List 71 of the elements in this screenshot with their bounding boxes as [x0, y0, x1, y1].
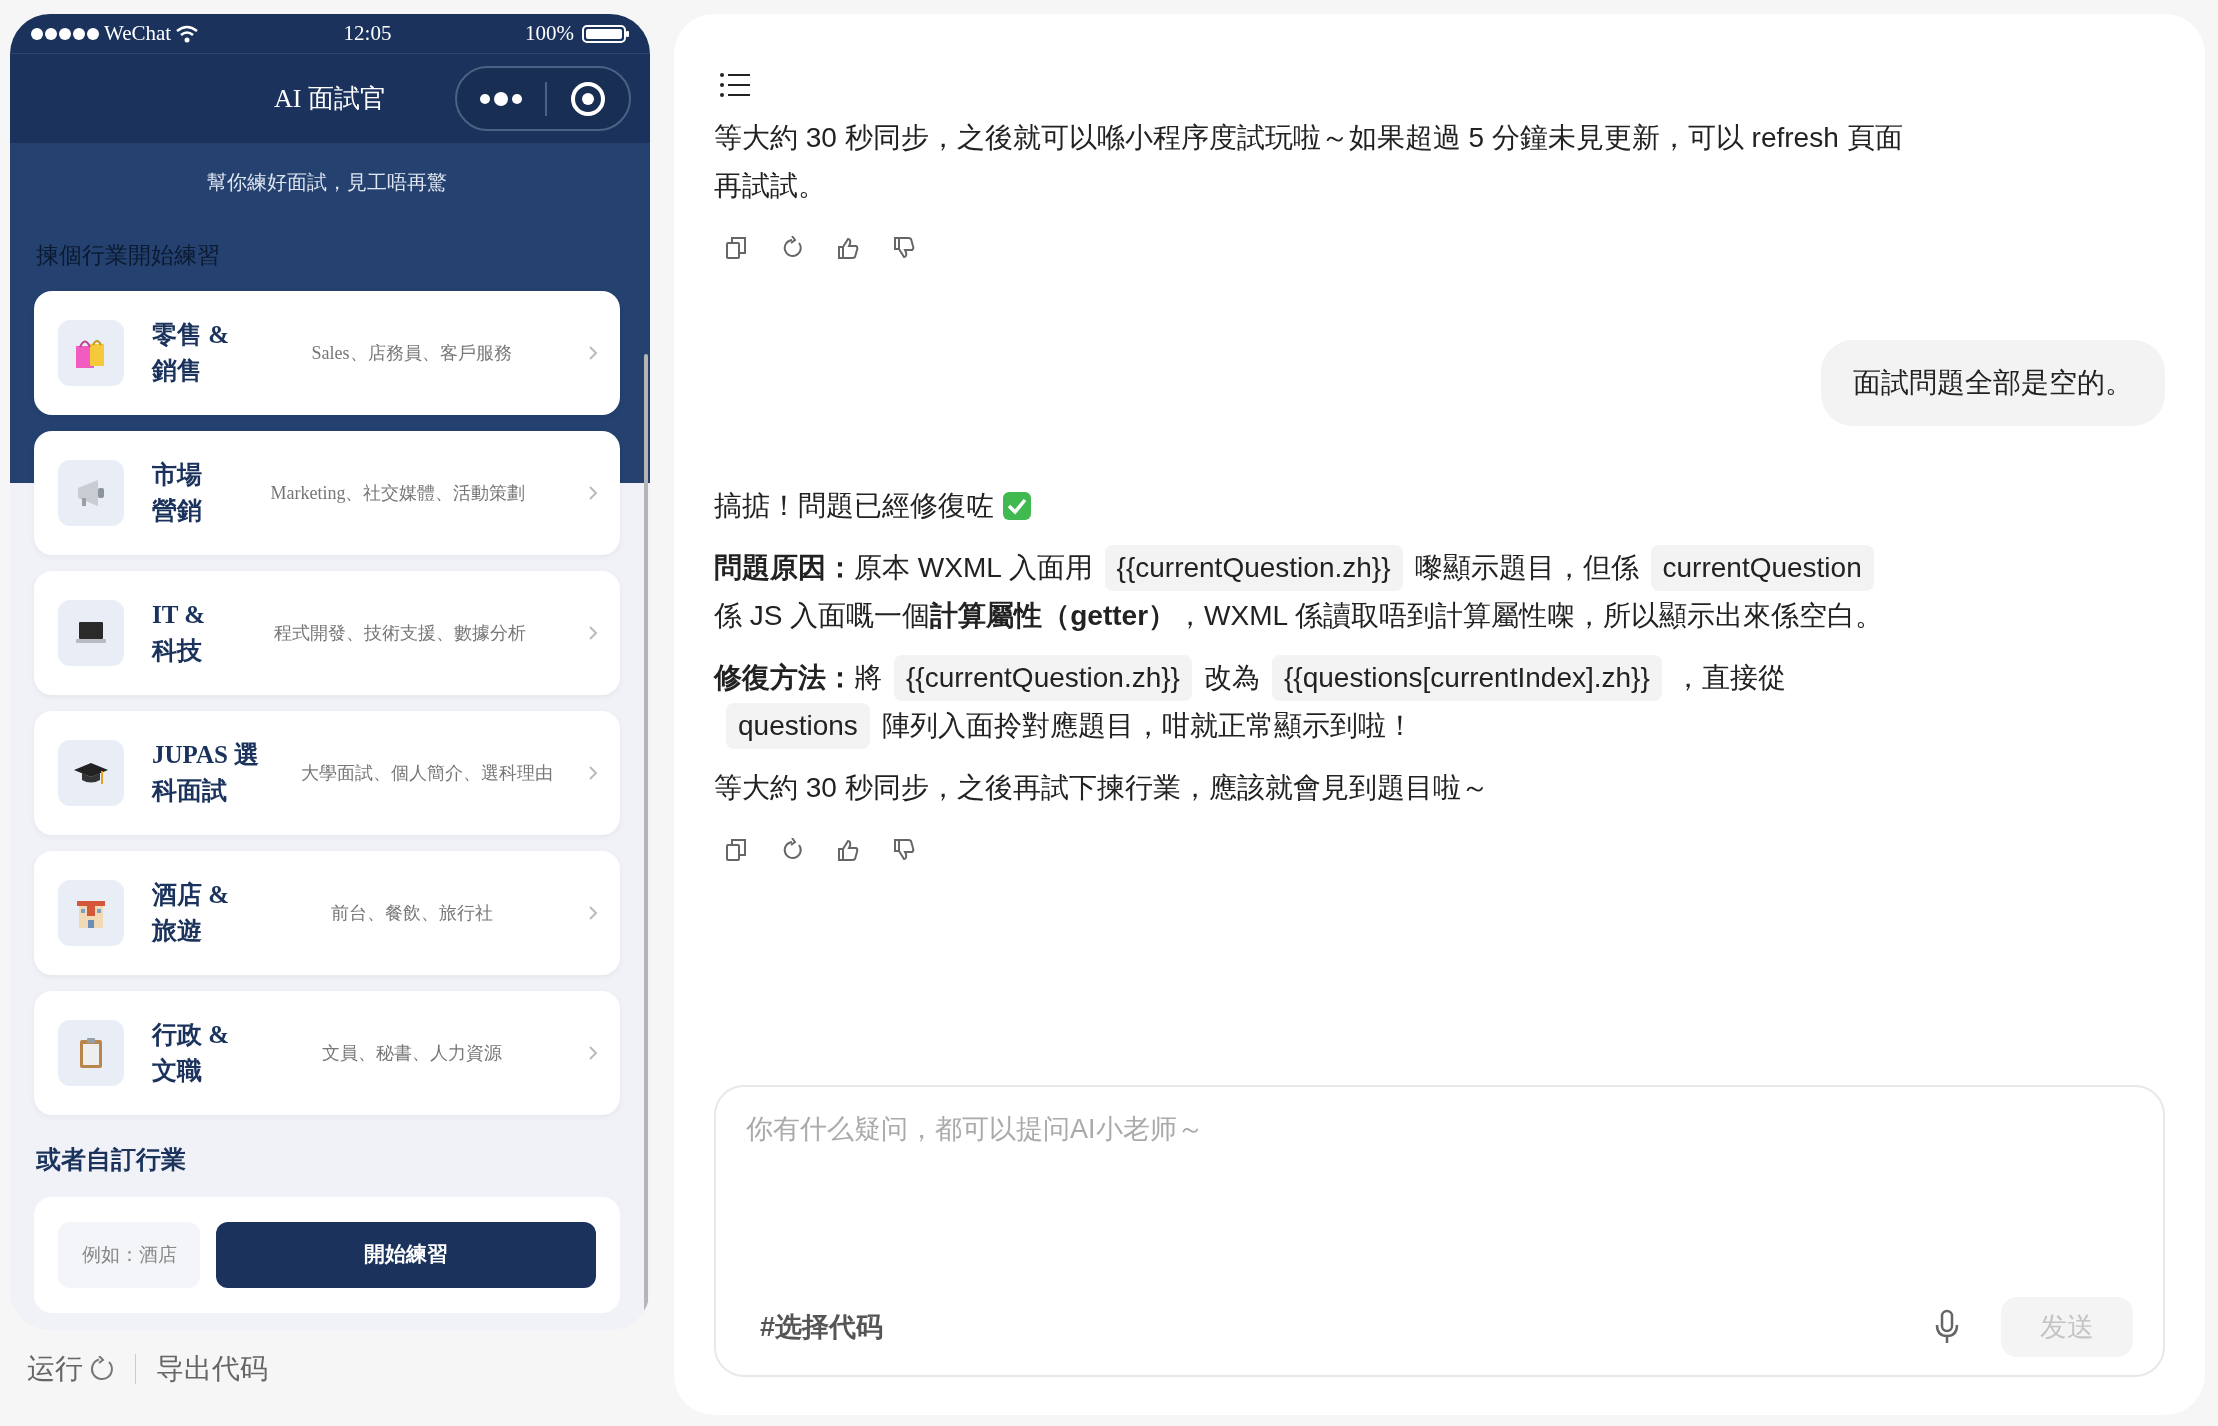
thumbs-up-icon	[836, 236, 860, 260]
battery-percent: 100%	[525, 19, 574, 47]
industry-title: 文職	[152, 1056, 203, 1086]
industry-card[interactable]: 零售 & 銷售 Sales、店務員、客戶服務	[34, 291, 620, 415]
industry-title: 市場	[152, 460, 202, 490]
message-text: 修復方法：將 {{currentQuestion.zh}} 改為 {{questions[currentIndex].zh}} ，直接從 questions 陣列入面拎對應題目，咁就正常顯示到啦！	[714, 654, 1904, 750]
industry-card[interactable]: 市場 營銷 Marketing、社交媒體、活動策劃	[34, 431, 620, 555]
message-text: 問題原因：原本 WXML 入面用 {{currentQuestion.zh}} 嚟顯示題目，但係 currentQuestion 係 JS 入面嘅一個計算屬性（getter），WXML 係讀取唔到計算屬性㗎，所以顯示出來係空白。	[714, 544, 1904, 640]
copy-button[interactable]	[724, 838, 748, 862]
start-practice-button[interactable]: 開始練習	[216, 1221, 596, 1288]
message-text: 等大約 30 秒同步，之後再試下揀行業，應該就會見到題目啦～	[714, 771, 1490, 805]
industry-title: 酒店 &	[152, 880, 230, 910]
message-text: 搞掂！問題已經修復咗	[714, 489, 994, 523]
nav-title: AI 面試官	[274, 83, 386, 115]
microphone-icon	[1934, 1309, 1960, 1345]
industry-card[interactable]: 行政 & 文職 文員、秘書、人力資源	[34, 991, 620, 1115]
thumbs-up-button[interactable]	[836, 236, 860, 260]
status-time: 12:05	[342, 19, 393, 47]
industry-input[interactable]: 例如：酒店	[58, 1221, 200, 1288]
chevron-right-icon	[588, 1045, 598, 1061]
industry-title: IT &	[152, 600, 206, 630]
industry-title: 科面試	[152, 776, 228, 806]
copy-button[interactable]	[724, 236, 748, 260]
target-icon	[570, 80, 606, 117]
thumbs-down-icon	[892, 236, 916, 260]
custom-heading: 或者自訂行業	[34, 1145, 187, 1175]
chevron-right-icon	[588, 345, 598, 361]
chevron-right-icon	[588, 485, 598, 501]
hero-subtitle: 幫你練好面試，見工唔再驚	[206, 170, 448, 195]
industry-description: 文員、秘書、人力資源	[320, 1041, 503, 1065]
thumbs-down-button[interactable]	[892, 236, 916, 260]
thumbs-down-button[interactable]	[892, 838, 916, 862]
industry-description: 程式開發、技術支援、數據分析	[272, 621, 527, 645]
industry-title: 營銷	[152, 496, 202, 526]
thumbs-up-button[interactable]	[836, 838, 860, 862]
industry-title: 銷售	[152, 356, 203, 386]
chevron-right-icon	[588, 765, 598, 781]
section-label: 揀個行業開始練習	[35, 242, 220, 270]
signal-dots-icon	[30, 26, 100, 41]
refresh-icon	[89, 1356, 115, 1382]
industry-card[interactable]: 酒店 & 旅遊 前台、餐飲、旅行社	[34, 851, 620, 975]
industry-description: Sales、店務員、客戶服務	[310, 341, 513, 365]
message-text: 等大約 30 秒同步，之後就可以喺小程序度試玩啦～如果超過 5 分鐘未見更新，可以 refresh 頁面再試試。	[714, 121, 1904, 203]
wifi-icon	[175, 24, 200, 43]
chat-input-field[interactable]: 你有什么疑问，都可以提问AI小老师～	[746, 1109, 2133, 1297]
industry-card[interactable]: JUPAS 選 科面試 大學面試、個人簡介、選科理由	[34, 711, 620, 835]
battery-icon	[582, 23, 630, 44]
industry-title: 旅遊	[152, 916, 203, 946]
run-button[interactable]: 运行	[27, 1348, 115, 1390]
industry-title: 行政 &	[152, 1020, 230, 1050]
industry-description: 前台、餐飲、旅行社	[329, 901, 494, 925]
export-code-button[interactable]: 导出代码	[156, 1348, 268, 1390]
more-icon	[479, 90, 523, 107]
industry-title: 零售 &	[152, 320, 230, 350]
copy-icon	[724, 838, 748, 862]
check-mark-icon	[1002, 491, 1032, 521]
industry-card[interactable]: IT & 科技 程式開發、技術支援、數據分析	[34, 571, 620, 695]
industry-title: JUPAS 選	[152, 740, 260, 770]
thumbs-up-icon	[836, 838, 860, 862]
industry-title: 科技	[152, 636, 203, 666]
menu-button[interactable]	[720, 72, 750, 100]
select-code-button[interactable]: #选择代码	[760, 1306, 884, 1348]
copy-icon	[724, 236, 748, 260]
chevron-right-icon	[588, 905, 598, 921]
carrier-label: WeChat	[104, 19, 172, 47]
industry-description: 大學面試、個人簡介、選科理由	[299, 761, 554, 785]
thumbs-down-icon	[892, 838, 916, 862]
industry-description: Marketing、社交媒體、活動策劃	[269, 481, 527, 505]
user-message-bubble: 面試問題全部是空的。	[1821, 340, 2165, 426]
menu-icon	[720, 72, 750, 98]
chevron-right-icon	[588, 625, 598, 641]
